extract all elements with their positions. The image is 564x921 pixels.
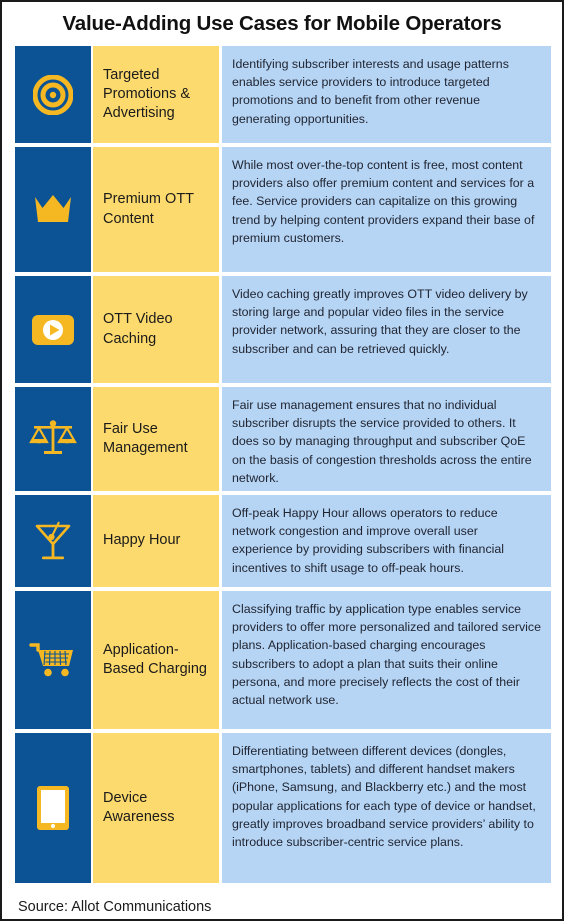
use-case-label: OTT Video Caching <box>103 311 173 347</box>
icon-cell <box>15 276 91 383</box>
label-cell: Fair Use Management <box>93 387 219 491</box>
target-icon <box>33 74 73 115</box>
description-cell: Identifying subscriber interests and usa… <box>222 46 551 143</box>
table-row: Targeted Promotions & Advertising Identi… <box>15 46 551 143</box>
table-row: Device Awareness Differentiating between… <box>15 733 551 883</box>
label-cell: Premium OTT Content <box>93 147 219 272</box>
use-case-label: Premium OTT Content <box>103 191 194 227</box>
description-cell: Classifying traffic by application type … <box>222 591 551 729</box>
balance-scales-icon <box>29 419 77 459</box>
table-row: Happy Hour Off-peak Happy Hour allows op… <box>15 495 551 587</box>
icon-cell <box>15 733 91 883</box>
label-cell: OTT Video Caching <box>93 276 219 383</box>
description-cell: Off-peak Happy Hour allows operators to … <box>222 495 551 587</box>
footer: Source: Allot Communications <box>2 887 562 916</box>
cocktail-glass-icon <box>33 518 73 564</box>
use-case-description: Video caching greatly improves OTT video… <box>232 287 528 356</box>
description-cell: Differentiating between different device… <box>222 733 551 883</box>
label-cell: Application-Based Charging <box>93 591 219 729</box>
tablet-device-icon <box>36 785 70 831</box>
table-row: Fair Use Management Fair use management … <box>15 387 551 491</box>
use-case-description: Identifying subscriber interests and usa… <box>232 57 509 126</box>
play-button-icon <box>32 314 74 345</box>
icon-cell <box>15 147 91 272</box>
use-case-description: Classifying traffic by application type … <box>232 602 542 708</box>
use-case-label: Happy Hour <box>103 532 181 549</box>
use-case-description: Fair use management ensures that no indi… <box>232 398 532 485</box>
icon-cell <box>15 591 91 729</box>
shopping-cart-icon <box>29 640 77 680</box>
page-title: Value-Adding Use Cases for Mobile Operat… <box>62 12 502 35</box>
use-case-label: Targeted Promotions & Advertising <box>103 66 191 122</box>
source-attribution: Source: Allot Communications <box>18 899 212 915</box>
crown-icon <box>32 193 74 227</box>
description-cell: Fair use management ensures that no indi… <box>222 387 551 491</box>
use-case-label: Device Awareness <box>103 789 175 825</box>
table-row: OTT Video Caching Video caching greatly … <box>15 276 551 383</box>
use-case-table: Targeted Promotions & Advertising Identi… <box>2 46 562 883</box>
icon-cell <box>15 387 91 491</box>
label-cell: Device Awareness <box>93 733 219 883</box>
description-cell: Video caching greatly improves OTT video… <box>222 276 551 383</box>
use-case-description: While most over-the-top content is free,… <box>232 158 535 245</box>
use-case-label: Application-Based Charging <box>103 641 207 677</box>
use-case-description: Differentiating between different device… <box>232 744 536 850</box>
table-row: Premium OTT Content While most over-the-… <box>15 147 551 272</box>
label-cell: Happy Hour <box>93 495 219 587</box>
infographic-container: Value-Adding Use Cases for Mobile Operat… <box>0 0 564 921</box>
icon-cell <box>15 495 91 587</box>
description-cell: While most over-the-top content is free,… <box>222 147 551 272</box>
label-cell: Targeted Promotions & Advertising <box>93 46 219 143</box>
use-case-description: Off-peak Happy Hour allows operators to … <box>232 506 505 575</box>
title-bar: Value-Adding Use Cases for Mobile Operat… <box>2 2 562 46</box>
icon-cell <box>15 46 91 143</box>
table-row: Application-Based Charging Classifying t… <box>15 591 551 729</box>
use-case-label: Fair Use Management <box>103 420 188 456</box>
